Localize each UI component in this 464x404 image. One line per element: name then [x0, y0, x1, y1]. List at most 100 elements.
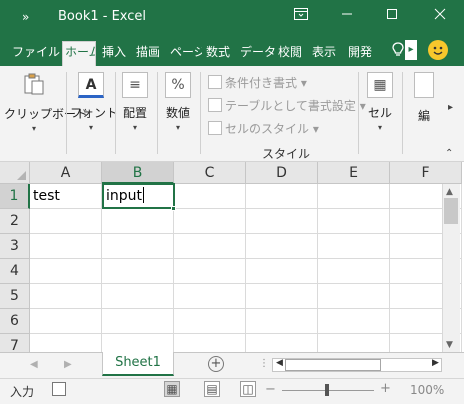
grid-cell[interactable]: [246, 309, 318, 334]
grid-cell[interactable]: [246, 259, 318, 284]
scroll-left-icon[interactable]: ◀: [276, 358, 283, 368]
fill-handle[interactable]: [171, 206, 176, 211]
column-header-b[interactable]: B: [102, 162, 174, 184]
sheet-splitter-icon[interactable]: ⋮: [259, 358, 269, 369]
tab-scroll-right-button[interactable]: ▸: [405, 40, 417, 60]
tab-view[interactable]: 表示: [312, 42, 336, 66]
grid-cell[interactable]: [30, 259, 102, 284]
tab-developer[interactable]: 開発: [348, 42, 372, 66]
grid-cell[interactable]: [318, 234, 390, 259]
grid-cell[interactable]: [174, 309, 246, 334]
tab-file[interactable]: ファイル: [12, 42, 60, 66]
macro-record-icon[interactable]: [52, 382, 66, 396]
worksheet-grid[interactable]: A B C D E F 1 2 3 4 5 6 7 test input: [0, 162, 464, 352]
font-group[interactable]: A フォント ▾: [70, 72, 118, 132]
cell-b1-active[interactable]: input: [102, 183, 175, 209]
row-header-7[interactable]: 7: [0, 334, 30, 352]
tab-data[interactable]: データ: [240, 42, 276, 66]
column-header-f[interactable]: F: [390, 162, 462, 184]
grid-cell[interactable]: [102, 259, 174, 284]
format-as-table-button[interactable]: テーブルとして書式設定 ▾: [208, 97, 366, 114]
grid-cell[interactable]: [246, 284, 318, 309]
row-header-5[interactable]: 5: [0, 284, 30, 309]
tab-draw[interactable]: 描画: [136, 42, 160, 66]
number-group[interactable]: % 数値 ▾: [162, 72, 194, 132]
scroll-right-icon[interactable]: ▶: [432, 358, 439, 368]
tab-home[interactable]: ホーム: [62, 41, 96, 66]
grid-cell[interactable]: [102, 234, 174, 259]
scroll-down-icon[interactable]: ▼: [446, 340, 453, 350]
clipboard-group[interactable]: クリップボード ▾: [4, 72, 88, 133]
grid-cell[interactable]: [246, 334, 318, 352]
quick-access-toolbar-icon[interactable]: »: [22, 10, 29, 24]
minimize-button[interactable]: [337, 8, 357, 26]
tell-me-lightbulb-icon[interactable]: [392, 42, 404, 62]
grid-cell[interactable]: [318, 209, 390, 234]
editing-group[interactable]: 編: [408, 72, 440, 124]
alignment-group[interactable]: ≡ 配置 ▾: [119, 72, 151, 132]
page-break-preview-button[interactable]: ◫: [240, 381, 256, 397]
grid-cell[interactable]: [318, 334, 390, 352]
grid-cell[interactable]: [246, 234, 318, 259]
grid-cell[interactable]: [174, 184, 246, 209]
cells-group[interactable]: ▦ セル ▾: [364, 72, 396, 132]
zoom-slider-thumb[interactable]: [325, 384, 329, 396]
column-header-c[interactable]: C: [174, 162, 246, 184]
ribbon-divider: [157, 72, 158, 154]
grid-cell[interactable]: [318, 284, 390, 309]
zoom-level[interactable]: 100%: [410, 383, 444, 397]
ribbon-display-options-button[interactable]: [291, 8, 311, 26]
ribbon-scroll-right-icon[interactable]: ▸: [448, 102, 453, 113]
tab-insert[interactable]: 挿入: [102, 42, 126, 66]
row-header-1[interactable]: 1: [0, 184, 30, 209]
maximize-button[interactable]: [382, 8, 402, 26]
grid-cell[interactable]: [318, 259, 390, 284]
feedback-smiley-icon[interactable]: [428, 40, 448, 60]
grid-cell[interactable]: [246, 209, 318, 234]
row-header-4[interactable]: 4: [0, 259, 30, 284]
tab-formulas[interactable]: 数式: [206, 42, 230, 66]
zoom-out-icon[interactable]: −: [265, 382, 276, 397]
grid-cell[interactable]: [30, 209, 102, 234]
grid-cell[interactable]: [174, 284, 246, 309]
tab-page-layout[interactable]: ページ: [170, 42, 202, 66]
row-header-6[interactable]: 6: [0, 309, 30, 334]
cell-a1[interactable]: test: [30, 184, 102, 209]
grid-cell[interactable]: [102, 334, 174, 352]
grid-cell[interactable]: [30, 334, 102, 352]
grid-cell[interactable]: [318, 184, 390, 209]
column-header-d[interactable]: D: [246, 162, 318, 184]
row-header-3[interactable]: 3: [0, 234, 30, 259]
grid-cell[interactable]: [30, 309, 102, 334]
vertical-scroll-thumb[interactable]: [444, 198, 458, 224]
normal-view-button[interactable]: ▦: [164, 381, 180, 397]
tab-review[interactable]: 校閲: [278, 42, 302, 66]
page-layout-view-button[interactable]: ▤: [204, 381, 220, 397]
row-header-2[interactable]: 2: [0, 209, 30, 234]
scroll-up-icon[interactable]: ▲: [446, 187, 453, 197]
add-sheet-button[interactable]: +: [208, 356, 224, 372]
select-all-corner[interactable]: [0, 162, 30, 184]
conditional-formatting-button[interactable]: 条件付き書式 ▾: [208, 74, 307, 91]
cell-styles-button[interactable]: セルのスタイル ▾: [208, 120, 319, 137]
next-sheet-icon[interactable]: ▶: [64, 359, 72, 370]
grid-cell[interactable]: [174, 209, 246, 234]
grid-cell[interactable]: [30, 234, 102, 259]
close-button[interactable]: [430, 8, 450, 26]
grid-cell[interactable]: [102, 309, 174, 334]
grid-cell[interactable]: [174, 259, 246, 284]
column-header-a[interactable]: A: [30, 162, 102, 184]
grid-cell[interactable]: [174, 334, 246, 352]
grid-cell[interactable]: [102, 284, 174, 309]
grid-cell[interactable]: [318, 309, 390, 334]
column-header-e[interactable]: E: [318, 162, 390, 184]
grid-cell[interactable]: [246, 184, 318, 209]
horizontal-scroll-thumb[interactable]: [285, 359, 381, 371]
grid-cell[interactable]: [30, 284, 102, 309]
grid-cell[interactable]: [174, 234, 246, 259]
collapse-ribbon-icon[interactable]: ⌃: [445, 148, 453, 159]
previous-sheet-icon[interactable]: ◀: [30, 359, 38, 370]
zoom-in-icon[interactable]: +: [380, 381, 391, 396]
grid-cell[interactable]: [102, 209, 174, 234]
sheet-tab-sheet1[interactable]: Sheet1: [102, 352, 174, 376]
